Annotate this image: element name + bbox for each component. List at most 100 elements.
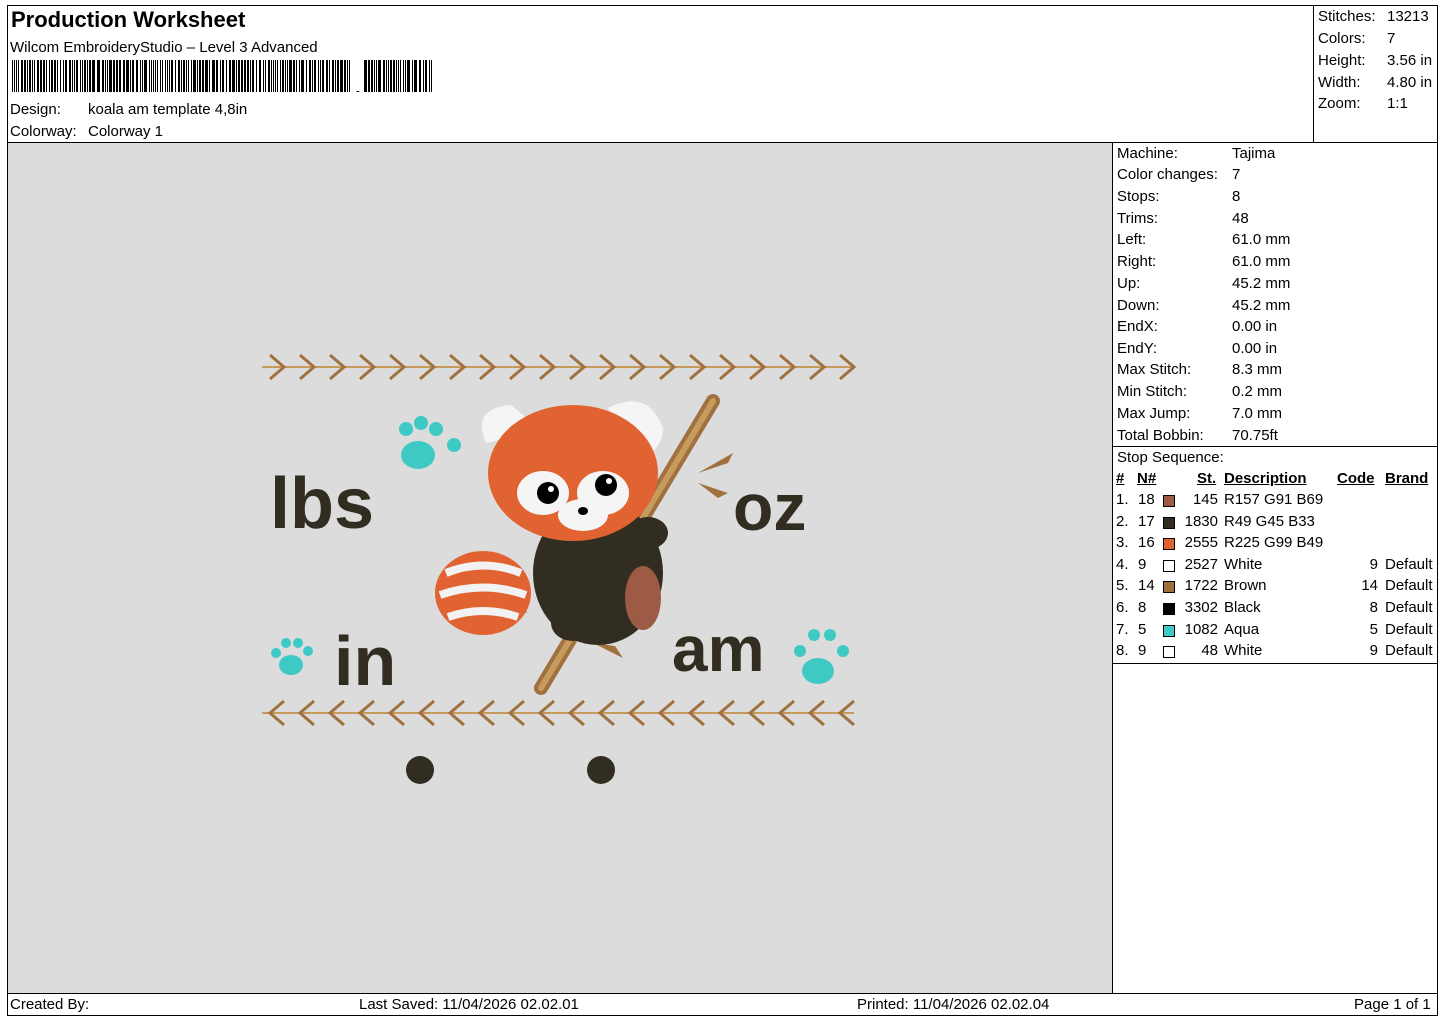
seq-brand: Default (1385, 577, 1433, 595)
printed-date: Printed: 11/04/2026 02.02.04 (857, 996, 1050, 1013)
design-preview: lbs oz in am (8, 143, 1112, 993)
stat-label: Colors: (1318, 30, 1366, 47)
thread-color-swatch (1163, 516, 1175, 529)
colorway-value: Colorway 1 (88, 123, 164, 140)
list-item: 1. 18 145 R157 G91 B69 (1113, 491, 1438, 512)
machine-value: 8 (1232, 188, 1241, 205)
footer-rule (7, 993, 1438, 994)
seq-desc: Aqua (1224, 620, 1260, 638)
seq-code: 9 (1369, 555, 1378, 573)
seq-desc: Brown (1224, 577, 1267, 595)
list-item: 3. 16 2555 R225 G99 B49 (1113, 534, 1438, 555)
machine-value: 7.0 mm (1232, 405, 1283, 422)
machine-label: Left: (1117, 231, 1147, 248)
list-item: 5. 14 1722 Brown 14 Default (1113, 577, 1438, 598)
seq-code: 9 (1369, 642, 1378, 660)
lbs-text: lbs (270, 464, 374, 544)
dot-marker (406, 756, 434, 784)
machine-label: EndX: (1117, 318, 1158, 335)
stat-value: 4.80 in (1387, 74, 1433, 91)
seq-brand: Default (1385, 620, 1433, 638)
page-title: Production Worksheet (11, 7, 246, 32)
seq-st: 2555 (1184, 534, 1218, 552)
machine-label: Up: (1117, 275, 1141, 292)
col-code: Code (1337, 470, 1375, 487)
seq-n: 17 (1138, 512, 1155, 530)
seq-n: 8 (1138, 599, 1147, 616)
seq-desc: R157 G91 B69 (1224, 491, 1324, 508)
thread-color-swatch (1163, 624, 1175, 637)
seq-num: 1. (1116, 491, 1129, 508)
barcode: , (12, 60, 432, 92)
seq-num: 8. (1116, 642, 1129, 660)
thread-color-swatch (1163, 538, 1175, 551)
seq-num: 4. (1116, 555, 1129, 573)
paw-icon (271, 638, 313, 675)
list-item: 7. 5 1082 Aqua 5 Default (1113, 621, 1438, 642)
section-divider (1113, 663, 1438, 664)
machine-value: 0.00 in (1232, 340, 1278, 357)
machine-label: Stops: (1117, 188, 1160, 205)
seq-n: 9 (1138, 555, 1147, 573)
list-item: 6. 8 3302 Black 8 Default (1113, 599, 1438, 620)
colorway-label: Colorway: (10, 123, 77, 140)
list-item: 4. 9 2527 White 9 Default (1113, 556, 1438, 577)
seq-st: 1082 (1184, 620, 1218, 638)
am-text: am (672, 613, 765, 685)
machine-label: Total Bobbin: (1117, 427, 1204, 444)
software-name: Wilcom EmbroideryStudio – Level 3 Advanc… (10, 39, 318, 56)
embroidery-design: lbs oz in am (262, 353, 857, 784)
seq-st: 145 (1192, 491, 1218, 508)
seq-brand: Default (1385, 599, 1433, 616)
seq-st: 1722 (1184, 577, 1218, 595)
seq-st: 3302 (1184, 599, 1218, 616)
machine-label: Color changes: (1117, 166, 1218, 183)
seq-code: 8 (1369, 599, 1378, 616)
thread-color-swatch (1163, 603, 1175, 615)
seq-n: 5 (1138, 620, 1147, 638)
in-text: in (334, 622, 396, 700)
list-item: 2. 17 1830 R49 G45 B33 (1113, 513, 1438, 534)
last-saved: Last Saved: 11/04/2026 02.02.01 (359, 996, 579, 1013)
thread-color-swatch (1163, 646, 1175, 659)
machine-value: Tajima (1232, 145, 1276, 162)
machine-value: 45.2 mm (1232, 297, 1291, 314)
seq-code: 5 (1369, 620, 1378, 638)
machine-value: 45.2 mm (1232, 275, 1291, 292)
machine-value: 0.00 in (1232, 318, 1278, 335)
seq-n: 9 (1138, 642, 1147, 660)
stat-value: 13213 (1387, 8, 1429, 25)
seq-st: 48 (1201, 642, 1218, 660)
stat-label: Stitches: (1318, 8, 1376, 25)
machine-value: 70.75ft (1232, 427, 1278, 444)
machine-value: 7 (1232, 166, 1241, 183)
stat-value: 7 (1387, 30, 1396, 47)
section-divider (1113, 446, 1438, 447)
seq-code: 14 (1361, 577, 1378, 595)
machine-label: Machine: (1117, 145, 1178, 162)
seq-num: 5. (1116, 577, 1129, 595)
seq-desc: White (1224, 555, 1263, 573)
seq-n: 16 (1138, 534, 1155, 552)
stat-label: Zoom: (1318, 95, 1361, 112)
header-divider (1313, 5, 1314, 143)
col-description: Description (1224, 470, 1307, 487)
col-stitches: St. (1197, 470, 1217, 487)
seq-num: 3. (1116, 534, 1129, 552)
machine-label: Right: (1117, 253, 1157, 270)
stat-value: 3.56 in (1387, 52, 1433, 69)
machine-value: 61.0 mm (1232, 231, 1291, 248)
machine-label: Min Stitch: (1117, 383, 1188, 400)
seq-st: 2527 (1184, 555, 1218, 573)
dot-marker (587, 756, 615, 784)
stat-label: Height: (1318, 52, 1366, 69)
seq-brand: Default (1385, 555, 1433, 573)
machine-label: Max Jump: (1117, 405, 1191, 422)
seq-n: 18 (1138, 491, 1155, 508)
seq-desc: Black (1224, 599, 1261, 616)
thread-color-swatch (1163, 581, 1175, 594)
seq-desc: White (1224, 642, 1263, 660)
machine-value: 48 (1232, 210, 1249, 227)
design-label: Design: (10, 101, 61, 118)
col-num: # (1116, 470, 1125, 487)
